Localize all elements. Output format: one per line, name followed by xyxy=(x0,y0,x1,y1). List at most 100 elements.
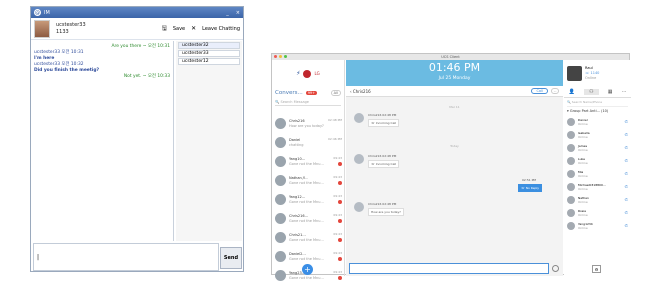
conversation-preview: Gone not the Mnu... xyxy=(289,256,324,261)
self-time: 02:51 PM xyxy=(522,178,536,182)
friend-status: Online xyxy=(578,199,588,204)
participant-item[interactable]: ucstester12 xyxy=(178,58,240,65)
avatar xyxy=(275,175,286,186)
avatar xyxy=(275,194,286,205)
my-profile[interactable]: Raul ☏ 1140 Online xyxy=(564,60,631,87)
friend-status: Online xyxy=(578,225,588,230)
save-button[interactable]: Save xyxy=(173,26,185,32)
friend-search-input[interactable]: 🔍 Search Name/Phone xyxy=(567,100,628,107)
bubble-name: Chris216 02:48 PM xyxy=(368,113,397,117)
im-window: @ IM _ × ucstester33 1133 🖫 Save ✕ Leave… xyxy=(30,6,244,272)
friend-item[interactable]: James Online ✆ xyxy=(564,141,631,154)
phone-icon[interactable]: ✆ xyxy=(625,197,628,202)
more-icon[interactable]: ··· xyxy=(622,89,627,95)
unread-badge: 99+ xyxy=(305,90,318,95)
friend-item[interactable]: Luke Online ✆ xyxy=(564,154,631,167)
participant-item[interactable]: ucstester33 xyxy=(178,50,240,57)
unread-dot xyxy=(338,200,342,204)
filter-all-button[interactable]: All xyxy=(330,89,341,96)
avatar xyxy=(34,19,50,38)
phone-icon[interactable]: ✆ xyxy=(625,158,628,163)
friend-item[interactable]: Mia Online ✆ xyxy=(564,167,631,180)
minimize-dot-icon[interactable] xyxy=(279,55,282,58)
conversation-preview: Gone not the Mnu... xyxy=(289,237,324,242)
phone-icon[interactable]: ✆ xyxy=(625,132,628,137)
chat-header: ‹ Chris216 Call ··· xyxy=(346,86,563,97)
phone-icon[interactable]: ✆ xyxy=(625,171,628,176)
clock-banner: 01:46 PM Jul 25 Monday xyxy=(346,60,563,86)
search-input[interactable]: 🔍 Search Message xyxy=(275,100,341,106)
close-button[interactable]: × xyxy=(236,10,240,16)
ucs-window: UCS Client ⚡ LG Convers... 99+ All 🔍 Sea… xyxy=(271,53,631,281)
avatar xyxy=(275,137,286,148)
avatar xyxy=(354,202,364,212)
grid-icon[interactable]: ▦ xyxy=(608,89,613,95)
phone-icon[interactable]: ✆ xyxy=(625,184,628,189)
avatar xyxy=(567,66,582,81)
emoji-icon[interactable] xyxy=(552,265,559,272)
friend-name: Nathan xyxy=(578,195,589,200)
settings-icon[interactable]: ⚙ xyxy=(592,265,601,273)
friend-status: Online xyxy=(578,186,588,191)
conversation-time: 02:48 PM xyxy=(328,118,342,122)
participant-item[interactable]: ucstester32 xyxy=(178,42,240,49)
friend-status: Online xyxy=(578,212,588,217)
minimize-button[interactable]: _ xyxy=(226,10,229,16)
conversation-time: 09:43 xyxy=(333,175,342,179)
conversation-item[interactable]: Yang10... Gone not the Mnu... 09:43 xyxy=(272,152,345,171)
unread-dot xyxy=(338,181,342,185)
conversation-time: 09:43 xyxy=(333,213,342,217)
date-divider: Today xyxy=(450,144,459,148)
phone-icon[interactable]: ✆ xyxy=(625,119,628,124)
back-icon[interactable]: ‹ xyxy=(350,89,352,94)
conversation-item[interactable]: Nathan,Y... Gone not the Mnu... 09:43 xyxy=(272,171,345,190)
save-icon: 🖫 xyxy=(161,24,167,32)
friend-status: Online xyxy=(578,160,588,165)
send-button[interactable]: Send xyxy=(220,247,242,269)
brand-text: LG xyxy=(314,71,320,76)
user-name: ucstester33 xyxy=(56,21,86,28)
more-icon[interactable]: ··· xyxy=(551,88,559,94)
friend-name: Yang1234 xyxy=(578,221,593,226)
person-icon[interactable]: 👤 xyxy=(569,89,575,95)
friend-item[interactable]: Nathan Online ✆ xyxy=(564,193,631,206)
phone-icon[interactable]: ✆ xyxy=(625,210,628,215)
conversation-item[interactable]: Chris21... Gone not the Mnu... 09:43 xyxy=(272,228,345,247)
conversation-preview: Gone not the Mnu... xyxy=(289,199,324,204)
friend-item[interactable]: Daniel Online ✆ xyxy=(564,115,631,128)
unread-dot xyxy=(338,257,342,261)
date-divider: Mar 11 xyxy=(449,105,460,109)
group-icon[interactable]: ⚇ xyxy=(584,89,599,95)
friend-status: Online xyxy=(578,134,588,139)
avatar xyxy=(275,156,286,167)
friend-item[interactable]: Yang1234 Online ✆ xyxy=(564,219,631,232)
unread-dot xyxy=(338,162,342,166)
avatar xyxy=(567,156,575,165)
conversation-item[interactable]: Yang12... Gone not the Mnu... 09:43 xyxy=(272,190,345,209)
conversation-time: 09:43 xyxy=(333,251,342,255)
phone-icon[interactable]: ✆ xyxy=(625,223,628,228)
friend-item[interactable]: Michael0318800... Online ✆ xyxy=(564,180,631,193)
avatar xyxy=(275,251,286,262)
chat-partner: Chris216 xyxy=(352,88,371,94)
conversation-item[interactable]: Chris216 How are you today? 02:48 PM xyxy=(272,114,345,133)
conversation-item[interactable]: Chris216... Gone not the Mnu... 09:43 xyxy=(272,209,345,228)
conversation-time: 09:43 xyxy=(333,270,342,274)
close-dot-icon[interactable] xyxy=(274,55,277,58)
call-button[interactable]: Call xyxy=(531,88,548,94)
friend-name: Isabella xyxy=(578,130,590,135)
avatar xyxy=(567,208,575,217)
maximize-dot-icon[interactable] xyxy=(284,55,287,58)
lg-logo-icon xyxy=(303,69,312,78)
ucs-title: UCS Client xyxy=(441,55,460,59)
friend-item[interactable]: Rosia Online ✆ xyxy=(564,206,631,219)
conversation-item[interactable]: Daniel chatting 02:46 PM xyxy=(272,133,345,152)
avatar xyxy=(275,118,286,129)
self-bubble: ☏ No Reply xyxy=(518,184,543,192)
message-input[interactable] xyxy=(349,263,549,274)
new-conversation-button[interactable]: + xyxy=(302,264,313,275)
message-input[interactable]: | xyxy=(33,243,219,271)
phone-icon[interactable]: ✆ xyxy=(625,145,628,150)
leave-chatting-button[interactable]: Leave Chatting xyxy=(202,26,240,32)
friend-item[interactable]: Isabella Online ✆ xyxy=(564,128,631,141)
